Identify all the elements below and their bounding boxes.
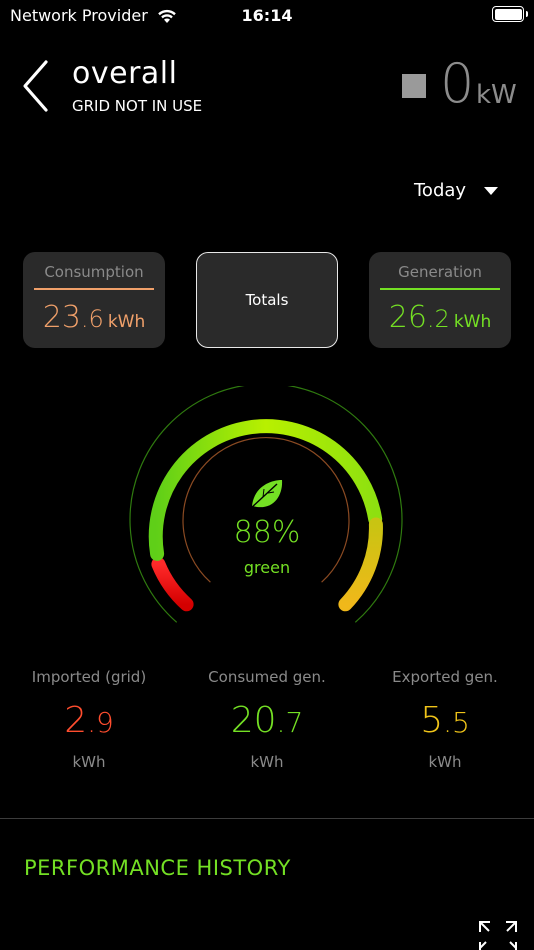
power-indicator-icon [402, 74, 426, 98]
battery-icon [492, 6, 528, 22]
consumed-gen-unit: kWh [250, 753, 284, 771]
exported-gen-title: Exported gen. [392, 668, 498, 686]
consumption-rule [34, 288, 154, 290]
green-percent-caption: green [243, 558, 291, 577]
status-bar: Network Provider 16:14 [0, 0, 534, 30]
generation-card[interactable]: Generation 26.2 kWh [369, 252, 511, 348]
performance-history-title: PERFORMANCE HISTORY [24, 856, 291, 880]
imported-value-int: 2 [64, 700, 88, 741]
consumed-gen-title: Consumed gen. [208, 668, 326, 686]
imported-unit: kWh [72, 753, 106, 771]
expand-icon [479, 921, 517, 950]
back-button[interactable] [18, 58, 58, 114]
period-label: Today [414, 180, 467, 201]
generation-title: Generation [398, 263, 482, 281]
section-divider [0, 818, 534, 819]
consumption-value-int: 23 [42, 300, 81, 335]
exported-gen-value-int: 5 [420, 700, 444, 741]
current-power-unit: kW [476, 80, 517, 110]
consumption-value-dec: .6 [80, 305, 104, 333]
current-power-value: 0 [440, 52, 475, 115]
page-title: overall [72, 56, 178, 91]
expand-button[interactable] [476, 918, 520, 950]
consumed-gen-value-int: 20 [230, 700, 277, 741]
generation-value: 26.2 kWh [369, 300, 511, 335]
imported-value: 2.9 [0, 700, 178, 741]
generation-value-int: 26 [388, 300, 427, 335]
consumption-unit: kWh [107, 312, 146, 332]
totals-button[interactable]: Totals [196, 252, 338, 348]
caret-down-icon [484, 187, 498, 195]
generation-unit: kWh [453, 312, 492, 332]
imported-stat: Imported (grid) 2.9 kWh [0, 668, 178, 771]
exported-gen-value: 5.5 [356, 700, 534, 741]
exported-gen-value-dec: .5 [443, 706, 470, 739]
generation-rule [380, 288, 500, 290]
consumption-title: Consumption [44, 263, 144, 281]
consumed-gen-stat: Consumed gen. 20.7 kWh [178, 668, 356, 771]
consumed-gen-value-dec: .7 [276, 706, 304, 739]
green-ratio-gauge [129, 386, 403, 623]
green-percent-value: 88% [233, 515, 301, 550]
chevron-left-icon [23, 60, 48, 112]
exported-gen-unit: kWh [428, 753, 462, 771]
grid-status-label: GRID NOT IN USE [72, 97, 203, 115]
totals-label: Totals [245, 291, 289, 309]
period-dropdown[interactable]: Today [414, 180, 504, 204]
consumption-card[interactable]: Consumption 23.6 kWh [23, 252, 165, 348]
leaf-icon [249, 480, 283, 510]
exported-gen-stat: Exported gen. 5.5 kWh [356, 668, 534, 771]
imported-title: Imported (grid) [31, 668, 147, 686]
generation-value-dec: .2 [426, 305, 450, 333]
status-clock: 16:14 [241, 6, 293, 25]
consumed-gen-value: 20.7 [178, 700, 356, 741]
imported-value-dec: .9 [87, 706, 114, 739]
consumption-value: 23.6 kWh [23, 300, 165, 335]
